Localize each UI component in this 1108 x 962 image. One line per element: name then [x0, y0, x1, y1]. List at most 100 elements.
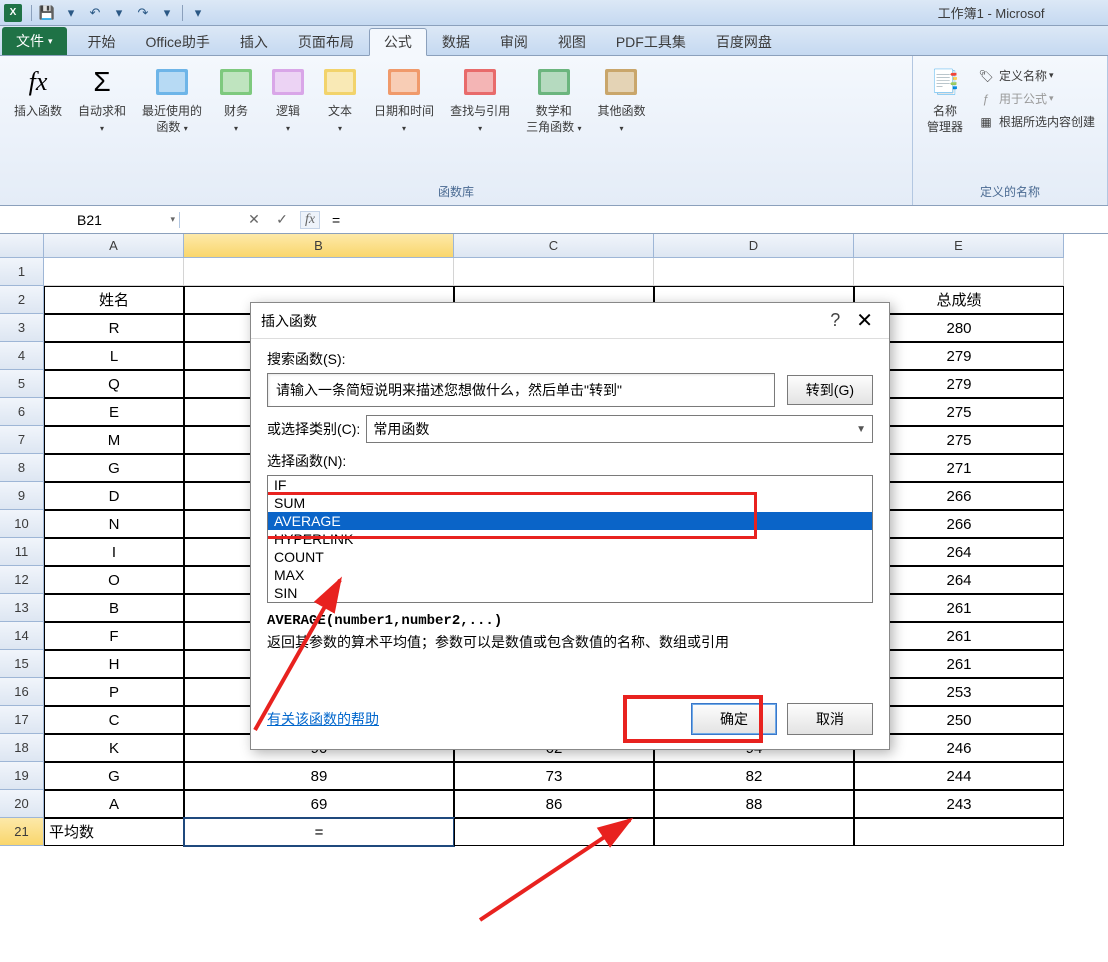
function-list-item[interactable]: MAX	[268, 566, 872, 584]
row-header[interactable]: 9	[0, 482, 44, 510]
qat-dropdown-3[interactable]: ▾	[156, 2, 178, 24]
select-all-corner[interactable]	[0, 234, 44, 258]
cell[interactable]: B	[44, 594, 184, 622]
goto-button[interactable]: 转到(G)	[787, 375, 873, 405]
create-from-selection-button[interactable]: ▦根据所选内容创建	[971, 110, 1101, 133]
name-manager-button[interactable]: 📑 名称 管理器	[919, 60, 971, 139]
ribbon-tab-4[interactable]: 公式	[369, 28, 427, 56]
recent-functions-button[interactable]: 最近使用的 函数 ▾	[134, 60, 210, 139]
cell[interactable]: 244	[854, 762, 1064, 790]
use-in-formula-button[interactable]: ƒ用于公式 ▾	[971, 87, 1101, 110]
cell[interactable]: E	[44, 398, 184, 426]
text-button[interactable]: 文本▾	[314, 60, 366, 139]
column-header[interactable]: D	[654, 234, 854, 258]
cancel-button[interactable]: 取消	[787, 703, 873, 735]
ribbon-tab-7[interactable]: 视图	[543, 27, 601, 55]
dialog-help-icon[interactable]: ?	[820, 310, 850, 331]
cell[interactable]	[184, 258, 454, 286]
row-header[interactable]: 7	[0, 426, 44, 454]
datetime-button[interactable]: 日期和时间▾	[366, 60, 442, 139]
cell[interactable]: =	[184, 818, 454, 846]
row-header[interactable]: 1	[0, 258, 44, 286]
function-list-item[interactable]: IF	[268, 476, 872, 494]
category-select[interactable]: 常用函数 ▼	[366, 415, 873, 443]
column-header[interactable]: C	[454, 234, 654, 258]
dialog-titlebar[interactable]: 插入函数 ? ✕	[251, 303, 889, 339]
cell[interactable]: 243	[854, 790, 1064, 818]
formula-input[interactable]: =	[324, 212, 1108, 228]
ribbon-tab-9[interactable]: 百度网盘	[701, 27, 787, 55]
function-list-item[interactable]: SIN	[268, 584, 872, 602]
cell[interactable]: G	[44, 762, 184, 790]
row-header[interactable]: 4	[0, 342, 44, 370]
ribbon-tab-2[interactable]: 插入	[225, 27, 283, 55]
cell[interactable]: 69	[184, 790, 454, 818]
cell[interactable]: D	[44, 482, 184, 510]
cell[interactable]: P	[44, 678, 184, 706]
undo-icon[interactable]: ↶	[84, 2, 106, 24]
fx-button[interactable]: fx	[296, 207, 324, 233]
row-header[interactable]: 12	[0, 566, 44, 594]
column-header[interactable]: A	[44, 234, 184, 258]
cell[interactable]: C	[44, 706, 184, 734]
dialog-close-icon[interactable]: ✕	[850, 308, 879, 333]
cell[interactable]: M	[44, 426, 184, 454]
cell[interactable]: 89	[184, 762, 454, 790]
cell[interactable]: H	[44, 650, 184, 678]
cell[interactable]	[654, 818, 854, 846]
row-header[interactable]: 11	[0, 538, 44, 566]
name-box[interactable]: B21▾	[0, 212, 180, 228]
row-header[interactable]: 20	[0, 790, 44, 818]
cell[interactable]	[454, 258, 654, 286]
cell[interactable]: 姓名	[44, 286, 184, 314]
cell[interactable]	[854, 818, 1064, 846]
redo-icon[interactable]: ↷	[132, 2, 154, 24]
row-header[interactable]: 8	[0, 454, 44, 482]
cell[interactable]: L	[44, 342, 184, 370]
row-header[interactable]: 15	[0, 650, 44, 678]
cell[interactable]	[454, 818, 654, 846]
row-header[interactable]: 18	[0, 734, 44, 762]
cell[interactable]: I	[44, 538, 184, 566]
column-header[interactable]: E	[854, 234, 1064, 258]
cell[interactable]: 平均数	[44, 818, 184, 846]
logical-button[interactable]: 逻辑▾	[262, 60, 314, 139]
cell[interactable]: R	[44, 314, 184, 342]
math-button[interactable]: 数学和 三角函数 ▾	[518, 60, 589, 139]
row-header[interactable]: 19	[0, 762, 44, 790]
cell[interactable]: Q	[44, 370, 184, 398]
row-header[interactable]: 10	[0, 510, 44, 538]
cell[interactable]: 88	[654, 790, 854, 818]
cell[interactable]: N	[44, 510, 184, 538]
ok-button[interactable]: 确定	[691, 703, 777, 735]
cell[interactable]: K	[44, 734, 184, 762]
cell[interactable]	[654, 258, 854, 286]
cell[interactable]: O	[44, 566, 184, 594]
cell[interactable]: G	[44, 454, 184, 482]
search-function-input[interactable]: 请输入一条简短说明来描述您想做什么，然后单击"转到"	[267, 373, 775, 407]
file-tab[interactable]: 文件 ▾	[2, 27, 67, 55]
function-list-item[interactable]: AVERAGE	[268, 512, 872, 530]
define-name-button[interactable]: 🏷定义名称 ▾	[971, 64, 1101, 87]
row-header[interactable]: 3	[0, 314, 44, 342]
function-list-item[interactable]: COUNT	[268, 548, 872, 566]
cell[interactable]: 82	[654, 762, 854, 790]
row-header[interactable]: 2	[0, 286, 44, 314]
function-list[interactable]: IFSUMAVERAGEHYPERLINKCOUNTMAXSIN	[267, 475, 873, 603]
other-functions-button[interactable]: 其他函数▾	[589, 60, 653, 139]
cell[interactable]	[854, 258, 1064, 286]
row-header[interactable]: 21	[0, 818, 44, 846]
row-header[interactable]: 16	[0, 678, 44, 706]
function-list-item[interactable]: SUM	[268, 494, 872, 512]
row-header[interactable]: 17	[0, 706, 44, 734]
cell[interactable]: 86	[454, 790, 654, 818]
row-header[interactable]: 13	[0, 594, 44, 622]
row-header[interactable]: 6	[0, 398, 44, 426]
save-icon[interactable]: 💾	[36, 2, 58, 24]
ribbon-tab-6[interactable]: 审阅	[485, 27, 543, 55]
ribbon-tab-1[interactable]: Office助手	[131, 27, 225, 55]
lookup-button[interactable]: 查找与引用▾	[442, 60, 518, 139]
qat-dropdown-1[interactable]: ▾	[60, 2, 82, 24]
cell[interactable]: F	[44, 622, 184, 650]
ribbon-tab-5[interactable]: 数据	[427, 27, 485, 55]
